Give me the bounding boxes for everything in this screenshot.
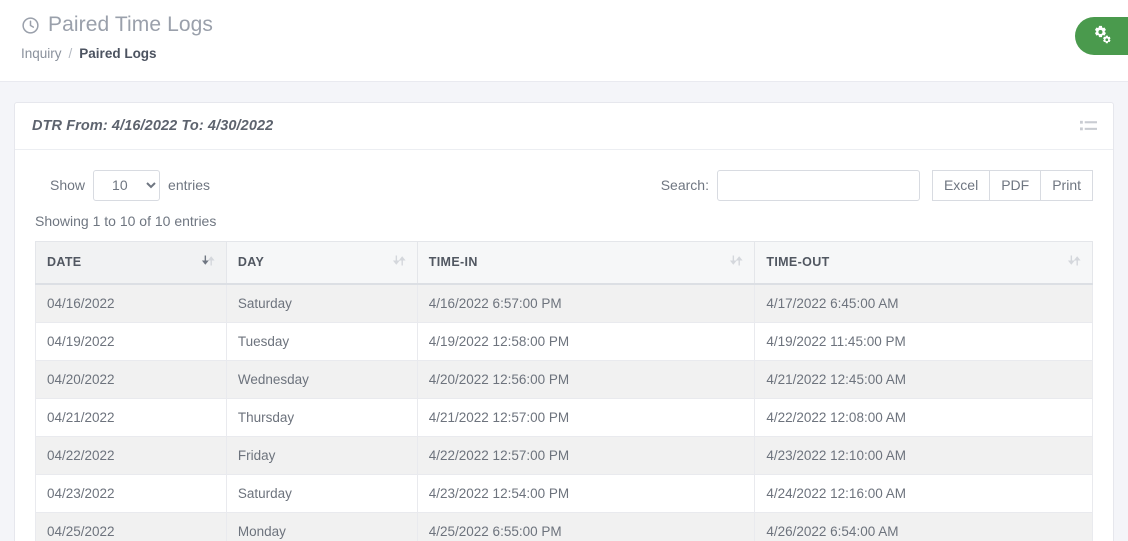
breadcrumb-item-inquiry[interactable]: Inquiry bbox=[21, 46, 62, 61]
column-header-label: DATE bbox=[47, 255, 82, 270]
table-row[interactable]: 04/19/2022 Tuesday 4/19/2022 12:58:00 PM 4/… bbox=[35, 321, 1093, 361]
cell-day: Wednesday bbox=[225, 359, 418, 399]
card-body: Show 102550100 entries Search: ExcelPDFP… bbox=[15, 150, 1113, 541]
excel-export-button[interactable]: Excel bbox=[931, 169, 991, 201]
search-control: Search: bbox=[660, 169, 920, 201]
paired-logs-card: DTR From: 4/16/2022 To: 4/30/2022 Show 1… bbox=[14, 102, 1114, 541]
cell-time-out: 4/17/2022 6:45:00 AM bbox=[754, 283, 1093, 323]
sort-icon bbox=[730, 254, 743, 270]
cell-date: 04/22/2022 bbox=[35, 435, 227, 475]
cell-time-in: 4/16/2022 6:57:00 PM bbox=[416, 283, 756, 323]
cell-time-out: 4/26/2022 6:54:00 AM bbox=[754, 511, 1093, 541]
sort-icon bbox=[201, 254, 215, 270]
cell-date: 04/23/2022 bbox=[35, 473, 227, 513]
print-button[interactable]: Print bbox=[1041, 169, 1093, 201]
sort-icon bbox=[1067, 254, 1081, 270]
card-header: DTR From: 4/16/2022 To: 4/30/2022 bbox=[15, 103, 1113, 150]
table-row[interactable]: 04/22/2022 Friday 4/22/2022 12:57:00 PM 4/2… bbox=[35, 435, 1093, 475]
column-header-time-out[interactable]: TIME-OUT bbox=[754, 241, 1093, 285]
breadcrumb-separator: / bbox=[68, 46, 73, 61]
gears-icon bbox=[1091, 24, 1112, 48]
cell-time-out: 4/23/2022 12:10:00 AM bbox=[754, 435, 1093, 475]
search-label: Search: bbox=[660, 177, 709, 193]
table-row[interactable]: 04/16/2022 Saturday 4/16/2022 6:57:00 PM 4/… bbox=[35, 283, 1093, 323]
list-menu-icon[interactable] bbox=[1080, 119, 1097, 134]
cell-day: Saturday bbox=[225, 283, 418, 323]
cell-day: Monday bbox=[225, 511, 418, 541]
entries-length-control: Show 102550100 entries bbox=[35, 169, 211, 201]
page-title-text: Paired Time Logs bbox=[48, 13, 214, 36]
paired-logs-table: DATE DAY TIME-IN TIME-OUT 04/16/2022 Saturda… bbox=[35, 241, 1093, 541]
cell-time-in: 4/22/2022 12:57:00 PM bbox=[416, 435, 756, 475]
cell-time-in: 4/21/2022 12:57:00 PM bbox=[416, 397, 756, 437]
cell-time-out: 4/22/2022 12:08:00 AM bbox=[754, 397, 1093, 437]
cell-time-out: 4/21/2022 12:45:00 AM bbox=[754, 359, 1093, 399]
cell-day: Saturday bbox=[225, 473, 418, 513]
cell-date: 04/20/2022 bbox=[35, 359, 227, 399]
cell-day: Tuesday bbox=[225, 321, 418, 361]
cell-day: Thursday bbox=[225, 397, 418, 437]
cell-date: 04/16/2022 bbox=[35, 283, 227, 323]
pdf-export-button[interactable]: PDF bbox=[990, 169, 1042, 201]
page-body: DTR From: 4/16/2022 To: 4/30/2022 Show 1… bbox=[0, 82, 1128, 541]
cell-date: 04/19/2022 bbox=[35, 321, 227, 361]
breadcrumb-item-current: Paired Logs bbox=[79, 46, 157, 61]
clock-icon bbox=[21, 16, 40, 35]
datatable-controls: Show 102550100 entries Search: ExcelPDFP… bbox=[35, 166, 1093, 204]
sort-icon bbox=[392, 254, 406, 270]
search-input[interactable] bbox=[716, 169, 920, 201]
entries-per-page-select[interactable]: 102550100 bbox=[93, 169, 161, 201]
table-row[interactable]: 04/21/2022 Thursday 4/21/2022 12:57:00 PM 4… bbox=[35, 397, 1093, 437]
cell-time-in: 4/25/2022 6:55:00 PM bbox=[416, 511, 756, 541]
breadcrumb: Inquiry / Paired Logs bbox=[21, 46, 1128, 61]
cell-time-in: 4/19/2022 12:58:00 PM bbox=[416, 321, 756, 361]
table-row[interactable]: 04/23/2022 Saturday 4/23/2022 12:54:00 PM 4… bbox=[35, 473, 1093, 513]
column-header-day[interactable]: DAY bbox=[225, 241, 418, 285]
cell-time-in: 4/20/2022 12:56:00 PM bbox=[416, 359, 756, 399]
cell-day: Friday bbox=[225, 435, 418, 475]
entries-label: entries bbox=[168, 177, 211, 193]
table-row[interactable]: 04/25/2022 Monday 4/25/2022 6:55:00 PM 4/26… bbox=[35, 511, 1093, 541]
cell-date: 04/21/2022 bbox=[35, 397, 227, 437]
page-header: Paired Time Logs Inquiry / Paired Logs bbox=[0, 0, 1128, 82]
cell-time-out: 4/19/2022 11:45:00 PM bbox=[754, 321, 1093, 361]
cell-time-in: 4/23/2022 12:54:00 PM bbox=[416, 473, 756, 513]
table-header-row: DATE DAY TIME-IN TIME-OUT bbox=[35, 241, 1093, 285]
table-row[interactable]: 04/20/2022 Wednesday 4/20/2022 12:56:00 PM… bbox=[35, 359, 1093, 399]
export-button-group: Excel PDF Print bbox=[931, 169, 1093, 201]
card-title: DTR From: 4/16/2022 To: 4/30/2022 bbox=[32, 118, 274, 134]
cell-date: 04/25/2022 bbox=[35, 511, 227, 541]
column-header-label: TIME-OUT bbox=[766, 255, 830, 270]
settings-fab-button[interactable] bbox=[1075, 17, 1128, 55]
column-header-time-in[interactable]: TIME-IN bbox=[416, 241, 756, 285]
column-header-label: TIME-IN bbox=[428, 255, 478, 270]
column-header-label: DAY bbox=[237, 255, 265, 270]
datatable-info: Showing 1 to 10 of 10 entries bbox=[35, 213, 217, 229]
show-label: Show bbox=[50, 177, 86, 193]
cell-time-out: 4/24/2022 12:16:00 AM bbox=[754, 473, 1093, 513]
table-head: DATE DAY TIME-IN TIME-OUT bbox=[35, 241, 1093, 285]
table-body: 04/16/2022 Saturday 4/16/2022 6:57:00 PM 4/… bbox=[35, 283, 1093, 541]
datatable-right-controls: Search: Excel PDF Print bbox=[660, 169, 1093, 201]
column-header-date[interactable]: DATE bbox=[35, 241, 227, 285]
page-title: Paired Time Logs bbox=[21, 12, 1128, 38]
